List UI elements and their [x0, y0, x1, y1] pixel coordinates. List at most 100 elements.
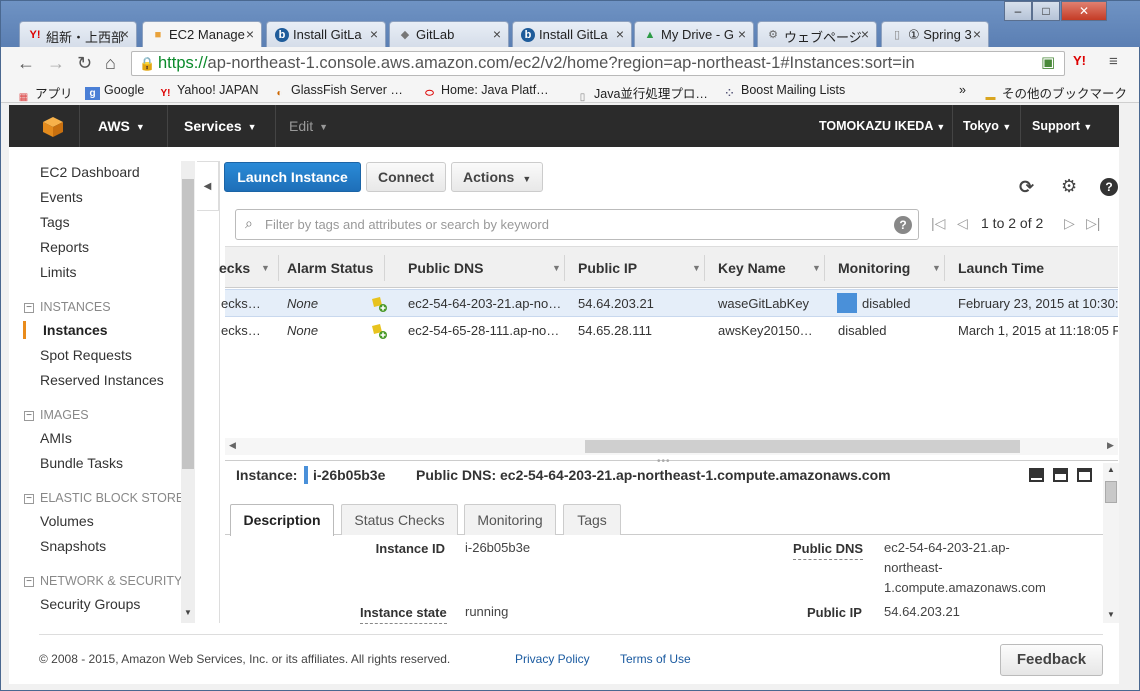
actions-button[interactable]: Actions ▼ — [451, 162, 543, 192]
sidebar-item-limits[interactable]: Limits — [40, 264, 77, 280]
launch-instance-button[interactable]: Launch Instance — [224, 162, 361, 192]
maximize-button[interactable]: □ — [1032, 1, 1060, 21]
column-header-status-checks[interactable]: ecks ▼ — [219, 260, 270, 276]
close-tab-icon[interactable]: × — [121, 26, 129, 42]
browser-tab-0[interactable]: Y! 組新・上西部 × — [19, 21, 137, 47]
collapse-section-icon[interactable]: − — [24, 303, 34, 313]
sidebar-item-bundle-tasks[interactable]: Bundle Tasks — [40, 455, 123, 471]
next-page-icon[interactable]: ▷ — [1064, 215, 1075, 232]
tab-tags[interactable]: Tags — [563, 504, 621, 535]
tab-status-checks[interactable]: Status Checks — [341, 504, 458, 535]
column-header-alarm-status[interactable]: Alarm Status — [287, 260, 373, 276]
sidebar-section-instances[interactable]: INSTANCES — [40, 300, 111, 314]
scroll-left-icon[interactable]: ◀ — [229, 440, 236, 451]
aws-cube-icon[interactable] — [42, 116, 64, 138]
pane-full-icon[interactable] — [1077, 468, 1092, 482]
sidebar-section-images[interactable]: IMAGES — [40, 408, 89, 422]
close-tab-icon[interactable]: × — [370, 26, 378, 42]
privacy-policy-link[interactable]: Privacy Policy — [515, 652, 590, 666]
table-hscroll-thumb[interactable] — [585, 440, 1020, 453]
help-icon[interactable]: ? — [1100, 178, 1118, 196]
browser-tab-7[interactable]: ▯ ① Spring 3 × — [881, 21, 989, 47]
close-tab-icon[interactable]: × — [616, 26, 624, 42]
close-tab-icon[interactable]: × — [861, 26, 869, 42]
table-row[interactable]: ecks… None ec2-54-65-28-111.ap-no… 54.65… — [221, 317, 1118, 345]
bookmark-google[interactable]: g Google — [85, 83, 144, 100]
bookmark-java[interactable]: ⬭ Home: Java Platf… — [422, 83, 548, 100]
sidebar-item-security-groups[interactable]: Security Groups — [40, 596, 140, 612]
extension-icon[interactable]: ▣ — [1041, 53, 1055, 71]
last-page-icon[interactable]: ▷| — [1086, 215, 1100, 232]
collapse-sidebar-button[interactable]: ◀ — [197, 161, 219, 211]
home-icon[interactable]: ⌂ — [105, 53, 116, 73]
bookmark-other[interactable]: ▬ その他のブックマーク — [983, 83, 1128, 104]
column-header-launch-time[interactable]: Launch Time — [958, 260, 1044, 276]
bookmark-boost[interactable]: ⁘ Boost Mailing Lists — [722, 83, 845, 100]
refresh-icon[interactable]: ⟳ — [1019, 177, 1034, 198]
scroll-down-icon[interactable]: ▼ — [1107, 610, 1115, 619]
sidebar-item-amis[interactable]: AMIs — [40, 430, 72, 446]
scroll-down-icon[interactable]: ▼ — [184, 608, 192, 617]
browser-tab-2[interactable]: b Install GitLa × — [266, 21, 386, 47]
forward-icon[interactable]: → — [47, 53, 65, 73]
sidebar-item-events[interactable]: Events — [40, 189, 83, 205]
sidebar-section-network[interactable]: NETWORK & SECURITY — [40, 574, 182, 588]
menu-icon[interactable]: ≡ — [1109, 53, 1118, 70]
add-alarm-icon[interactable] — [370, 295, 388, 313]
sidebar-item-ec2-dashboard[interactable]: EC2 Dashboard — [40, 164, 140, 180]
reload-icon[interactable]: ↻ — [77, 53, 92, 73]
tab-description[interactable]: Description — [230, 504, 334, 536]
sort-caret-icon[interactable]: ▼ — [552, 263, 561, 273]
close-window-button[interactable]: ✕ — [1061, 1, 1107, 21]
minimize-button[interactable]: – — [1004, 1, 1032, 21]
sidebar-item-tags[interactable]: Tags — [40, 214, 70, 230]
browser-tab-4[interactable]: b Install GitLa × — [512, 21, 632, 47]
help-icon[interactable]: ? — [894, 216, 912, 234]
scroll-right-icon[interactable]: ▶ — [1107, 440, 1114, 451]
detail-scroll-thumb[interactable] — [1105, 481, 1117, 503]
scroll-up-icon[interactable]: ▲ — [1107, 465, 1115, 474]
tab-monitoring[interactable]: Monitoring — [464, 504, 556, 535]
bookmark-yahoo[interactable]: Y! Yahoo! JAPAN — [158, 83, 259, 100]
address-bar[interactable]: 🔒 https://ap-northeast-1.console.aws.ama… — [131, 51, 1065, 76]
browser-tab-3[interactable]: ◆ GitLab × — [389, 21, 509, 47]
bookmarks-overflow[interactable]: » — [959, 83, 966, 97]
column-header-monitoring[interactable]: Monitoring ▼ — [838, 260, 941, 276]
feedback-button[interactable]: Feedback — [1000, 644, 1103, 676]
close-tab-icon[interactable]: × — [738, 26, 746, 42]
user-menu[interactable]: TOMOKAZU IKEDA ▼ — [819, 119, 945, 133]
sidebar-item-volumes[interactable]: Volumes — [40, 513, 94, 529]
back-icon[interactable]: ← — [17, 53, 35, 73]
browser-tab-1[interactable]: ■ EC2 Manage × — [142, 21, 262, 47]
sidebar-item-snapshots[interactable]: Snapshots — [40, 538, 106, 554]
browser-tab-6[interactable]: ⚙ ウェブページ × — [757, 21, 877, 47]
sidebar-item-reserved-instances[interactable]: Reserved Instances — [40, 372, 164, 388]
browser-tab-5[interactable]: ▲ My Drive - G × — [634, 21, 754, 47]
resize-grip-icon[interactable]: ••• — [657, 456, 671, 467]
close-tab-icon[interactable]: × — [493, 26, 501, 42]
bookmark-apps[interactable]: ▦ アプリ — [16, 83, 73, 104]
column-header-key-name[interactable]: Key Name ▼ — [718, 260, 821, 276]
sidebar-item-spot-requests[interactable]: Spot Requests — [40, 347, 132, 363]
sidebar-item-instances[interactable]: Instances — [43, 322, 108, 338]
close-tab-icon[interactable]: × — [973, 26, 981, 42]
close-tab-icon[interactable]: × — [246, 26, 254, 42]
support-menu[interactable]: Support ▼ — [1032, 119, 1092, 133]
filter-input[interactable]: ⌕ Filter by tags and attributes or searc… — [235, 209, 919, 240]
table-row[interactable]: ecks… None ec2-54-64-203-21.ap-no… 54.64… — [221, 289, 1118, 317]
terms-of-use-link[interactable]: Terms of Use — [620, 652, 691, 666]
pane-bottom-icon[interactable] — [1029, 468, 1044, 482]
sort-caret-icon[interactable]: ▼ — [692, 263, 701, 273]
connect-button[interactable]: Connect — [366, 162, 446, 192]
gear-icon[interactable]: ⚙ — [1061, 176, 1077, 197]
prev-page-icon[interactable]: ◁ — [957, 215, 968, 232]
sidebar-section-ebs[interactable]: ELASTIC BLOCK STORE — [40, 491, 184, 505]
column-header-public-ip[interactable]: Public IP ▼ — [578, 260, 701, 276]
sidebar-item-reports[interactable]: Reports — [40, 239, 89, 255]
yahoo-icon[interactable]: Y! — [1073, 53, 1086, 68]
sort-caret-icon[interactable]: ▼ — [812, 263, 821, 273]
sort-caret-icon[interactable]: ▼ — [261, 263, 270, 273]
collapse-section-icon[interactable]: − — [24, 577, 34, 587]
aws-menu[interactable]: AWS ▼ — [98, 118, 145, 134]
pane-half-icon[interactable] — [1053, 468, 1068, 482]
